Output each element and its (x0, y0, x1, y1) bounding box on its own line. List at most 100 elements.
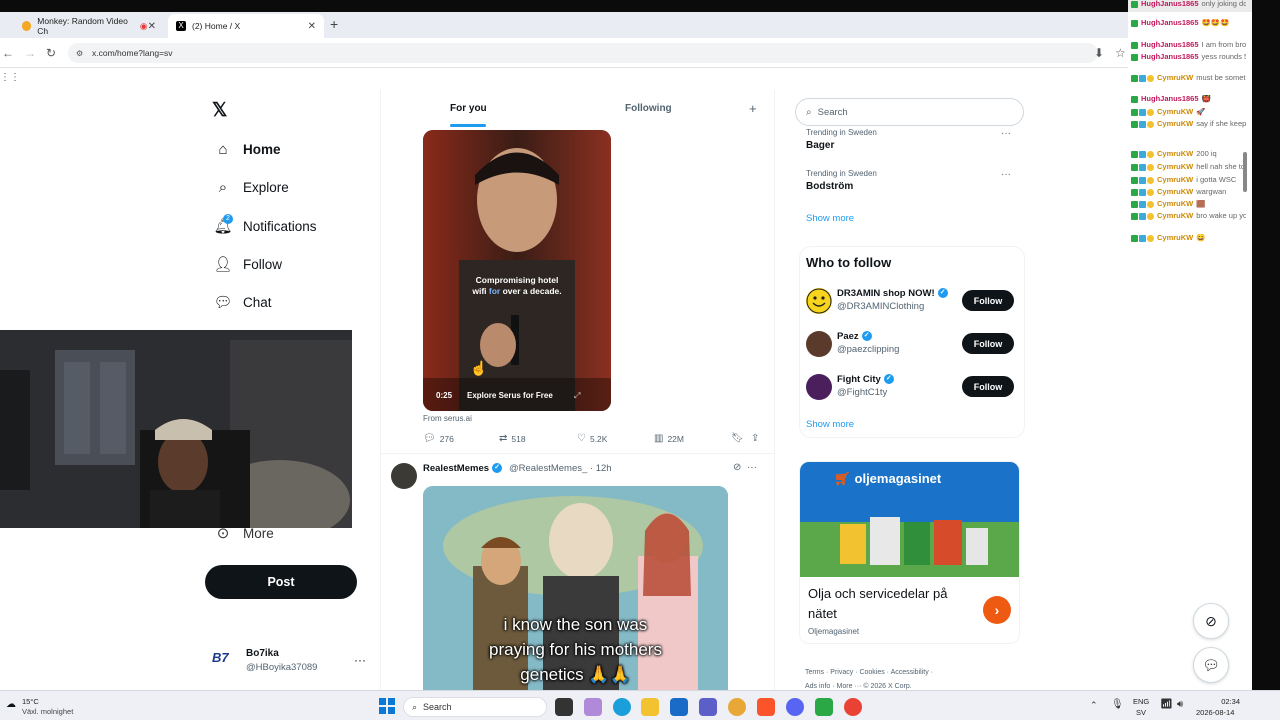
store-icon[interactable] (670, 698, 688, 716)
search-input[interactable]: ⌕ Search (795, 98, 1024, 126)
app-icon[interactable] (728, 698, 746, 716)
chat-username[interactable]: CymruKW (1157, 108, 1193, 116)
chat-username[interactable]: HughJanus1865 (1141, 0, 1199, 8)
avatar[interactable] (391, 463, 417, 489)
follow-button[interactable]: Follow (962, 333, 1014, 354)
nav-item-explore[interactable]: ⌕ Explore (212, 175, 289, 199)
weather-temp[interactable]: 15°C (22, 697, 39, 706)
volume-icon[interactable]: 🔊︎ (1177, 699, 1183, 710)
chat-username[interactable]: CymruKW (1157, 150, 1193, 158)
teams-icon[interactable] (699, 698, 717, 716)
reply-button[interactable]: 💬︎ 276 (423, 433, 454, 444)
x-logo-icon[interactable]: 𝕏 (212, 99, 227, 122)
follow-button[interactable]: Follow (962, 376, 1014, 397)
chat-username[interactable]: HughJanus1865 (1141, 41, 1199, 49)
reload-icon[interactable]: ↻ (46, 46, 56, 60)
who-to-follow-show-more[interactable]: Show more (806, 419, 854, 430)
app-icon[interactable] (815, 698, 833, 716)
post-menu[interactable]: ⊘ ··· (733, 462, 757, 473)
chat-username[interactable]: CymruKW (1157, 200, 1193, 208)
bookmark-button[interactable]: 🔖︎ (731, 433, 748, 444)
chat-username[interactable]: CymruKW (1157, 120, 1193, 128)
trends-show-more[interactable]: Show more (806, 213, 854, 224)
star-icon[interactable]: ☆ (1115, 46, 1126, 60)
avatar[interactable] (806, 288, 832, 314)
nav-item-home[interactable]: ⌂ Home (212, 137, 280, 161)
add-tab-icon[interactable]: + (749, 101, 757, 116)
share-button[interactable]: ⇪ (751, 433, 763, 444)
chat-username[interactable]: CymruKW (1157, 163, 1193, 171)
suggested-account-name[interactable]: DR3AMIN shop NOW! ✓ (837, 288, 948, 299)
more-icon[interactable]: ··· (747, 462, 757, 473)
like-button[interactable]: ♡ 5.2K (577, 433, 607, 444)
trend-name[interactable]: Bodström (806, 181, 853, 192)
back-arrow-icon[interactable]: ← (2, 46, 14, 60)
install-icon[interactable]: ⬇ (1094, 46, 1104, 60)
microphone-icon[interactable]: 🎙︎ (1111, 699, 1124, 710)
sub-badge-icon (1139, 234, 1146, 242)
tab-following[interactable]: Following (625, 103, 672, 114)
edge-icon[interactable] (613, 698, 631, 716)
brave-icon[interactable] (757, 698, 775, 716)
follow-button[interactable]: Follow (962, 290, 1014, 311)
suggested-account-name[interactable]: Fight City ✓ (837, 374, 894, 385)
new-tab-button[interactable]: + (330, 16, 338, 32)
url-input[interactable]: ⚙ x.com/home?lang=sv (68, 43, 1098, 63)
weather-condition[interactable]: Växl. molnighet (22, 707, 73, 716)
tab-close-icon[interactable]: ✕ (308, 21, 316, 32)
video-cta-link[interactable]: Explore Serus for Free (467, 391, 553, 400)
chat-username[interactable]: CymruKW (1157, 176, 1193, 184)
post-author-name[interactable]: RealestMemes ✓ (423, 463, 503, 474)
messages-fab-button[interactable]: 💬︎ (1193, 647, 1229, 683)
input-language[interactable]: ENG (1133, 697, 1149, 706)
clock-time[interactable]: 02:34 (1220, 697, 1240, 706)
post-video[interactable] (423, 130, 611, 411)
chat-username[interactable]: CymruKW (1157, 212, 1193, 220)
input-language-sub[interactable]: SV (1136, 708, 1146, 717)
chrome-icon[interactable] (844, 698, 862, 716)
avatar[interactable] (806, 374, 832, 400)
chat-username[interactable]: CymruKW (1157, 234, 1193, 242)
repost-button[interactable]: ⇄ 518 (499, 433, 526, 444)
weather-icon[interactable]: ☁ (6, 699, 16, 710)
grok-icon[interactable]: ⊘ (733, 462, 741, 473)
site-info-icon[interactable]: ⚙ (76, 49, 83, 58)
windows-start-icon[interactable] (379, 698, 395, 714)
grok-fab-button[interactable]: ⊘ (1193, 603, 1229, 639)
chat-username[interactable]: CymruKW (1157, 74, 1193, 82)
fullscreen-icon[interactable]: ⤢ (574, 391, 580, 401)
account-more-icon[interactable]: ··· (354, 653, 366, 667)
wifi-icon[interactable]: 📶︎ (1160, 699, 1173, 710)
app-icon[interactable] (584, 698, 602, 716)
chat-scrollbar[interactable] (1243, 92, 1249, 252)
views-button[interactable]: ▥ 22M (654, 433, 684, 444)
browser-tab-monkey[interactable]: Monkey: Random Video Ch ◉ ✕ (14, 14, 164, 38)
chat-username[interactable]: CymruKW (1157, 188, 1193, 196)
browser-tab-x-home[interactable]: X (2) Home / X ✕ (168, 14, 324, 38)
tab-close-icon[interactable]: ✕ (148, 21, 156, 32)
nav-item-chat[interactable]: 💬︎ Chat (212, 290, 271, 314)
task-view-icon[interactable] (555, 698, 573, 716)
nav-item-notifications[interactable]: 🔔︎ 2 Notifications (212, 214, 317, 238)
trend-more-icon[interactable]: ··· (1001, 169, 1011, 180)
chat-username[interactable]: HughJanus1865 (1141, 19, 1199, 27)
tab-for-you[interactable]: For you (450, 103, 487, 114)
avatar[interactable] (806, 331, 832, 357)
trend-more-icon[interactable]: ··· (1001, 128, 1011, 139)
clock-date[interactable]: 2026-08-14 (1196, 708, 1234, 717)
taskbar-search-input[interactable]: ⌕ Search (403, 697, 547, 717)
chat-username[interactable]: HughJanus1865 (1141, 53, 1199, 61)
discord-icon[interactable] (786, 698, 804, 716)
suggested-account-name[interactable]: Paez ✓ (837, 331, 872, 342)
ad-go-button[interactable]: › (983, 596, 1011, 624)
forward-arrow-icon[interactable]: → (24, 46, 36, 60)
nav-item-follow[interactable]: 👤︎ Follow (212, 252, 282, 276)
trend-name[interactable]: Bager (806, 140, 834, 151)
apps-grid-icon[interactable]: ⋮⋮ (0, 72, 20, 83)
post-button[interactable]: Post (205, 565, 357, 599)
file-explorer-icon[interactable] (641, 698, 659, 716)
chat-username[interactable]: HughJanus1865 (1141, 95, 1199, 103)
ad-headline[interactable]: Olja och servicedelar på nätet (808, 584, 978, 624)
tray-chevron-icon[interactable]: ⌃ (1090, 700, 1098, 711)
footer-line[interactable]: Terms · Privacy · Cookies · Accessibilit… (805, 666, 1015, 680)
